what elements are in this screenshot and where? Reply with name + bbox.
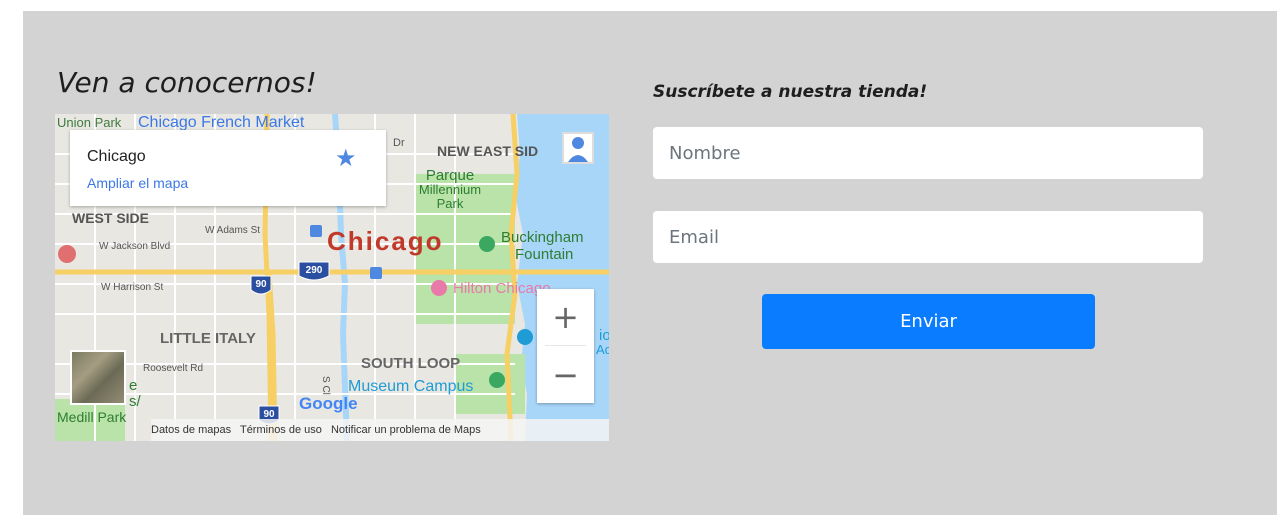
zoom-separator [545,345,586,346]
subscribe-title: Suscríbete a nuestra tienda! [653,82,928,102]
map-label-park: Park [437,196,464,211]
map-label-little-italy: LITTLE ITALY [160,330,256,347]
buckingham-marker-icon[interactable] [479,236,495,252]
name-input[interactable] [653,127,1203,179]
submit-button[interactable]: Enviar [762,294,1095,349]
map-attribution: Datos de mapas Términos de uso Notificar… [151,419,609,441]
map-info-card: Chicago Ampliar el mapa ★ [70,130,386,206]
map-label-hilton: Hilton Chicago [453,280,551,297]
map-label-city: Chicago [327,226,444,256]
report-problem-link[interactable]: Notificar un problema de Maps [331,424,481,436]
map-label-jackson: W Jackson Blvd [99,241,170,252]
zoom-out-button[interactable]: − [537,347,594,403]
visit-title: Ven a conocernos! [57,66,317,99]
map-label-s: s/ [129,393,142,410]
google-logo: Google [299,394,358,413]
person-icon [568,137,588,162]
transit-icon [310,225,322,237]
transit-icon-2 [370,267,382,279]
map-label-west-side: WEST SIDE [72,210,149,226]
hotel-marker-icon[interactable] [431,280,447,296]
map-label-south-loop: SOUTH LOOP [361,355,460,372]
map-label-clark: S Cl [320,376,331,395]
map-label-museum-campus: Museum Campus [348,378,473,395]
email-input[interactable] [653,211,1203,263]
hospital-marker-icon[interactable] [58,245,76,263]
map-label-ac: Ac [596,342,609,357]
star-icon[interactable]: ★ [335,144,357,172]
map-label-union-park: Union Park [57,115,122,130]
svg-text:90: 90 [255,279,267,290]
aquarium-marker-icon[interactable] [517,329,533,345]
map-place-name: Chicago [87,148,146,165]
museum-marker-icon[interactable] [489,372,505,388]
map-label-roosevelt: Roosevelt Rd [143,363,203,374]
map-label-harrison: W Harrison St [101,282,163,293]
terms-link[interactable]: Términos de uso [240,424,322,436]
map-label-new-east-side: NEW EAST SID [437,143,538,159]
map-label-adams: W Adams St [205,225,260,236]
map-label-millennium: Millennium [419,182,481,197]
map-label-buckingham: Buckingham [501,229,584,246]
map-label-french-market: Chicago French Market [138,114,305,131]
map-zoom-control: + − [537,289,594,403]
pegman-icon[interactable] [562,132,594,164]
svg-text:290: 290 [306,265,323,276]
interstate-shield-290: 290 [298,261,330,281]
zoom-in-button[interactable]: + [537,289,594,345]
satellite-toggle[interactable] [70,350,126,405]
expand-map-link[interactable]: Ampliar el mapa [87,175,188,191]
map-embed[interactable]: 90 290 90 Union Park Chicago French Mark… [55,114,609,441]
map-label-e: e [129,377,137,394]
map-data-link[interactable]: Datos de mapas [151,424,231,436]
map-label-dr: Dr [393,137,405,149]
map-label-medill: Medill Park [57,409,127,425]
map-label-fountain: Fountain [515,246,573,263]
interstate-shield-90: 90 [250,275,272,295]
